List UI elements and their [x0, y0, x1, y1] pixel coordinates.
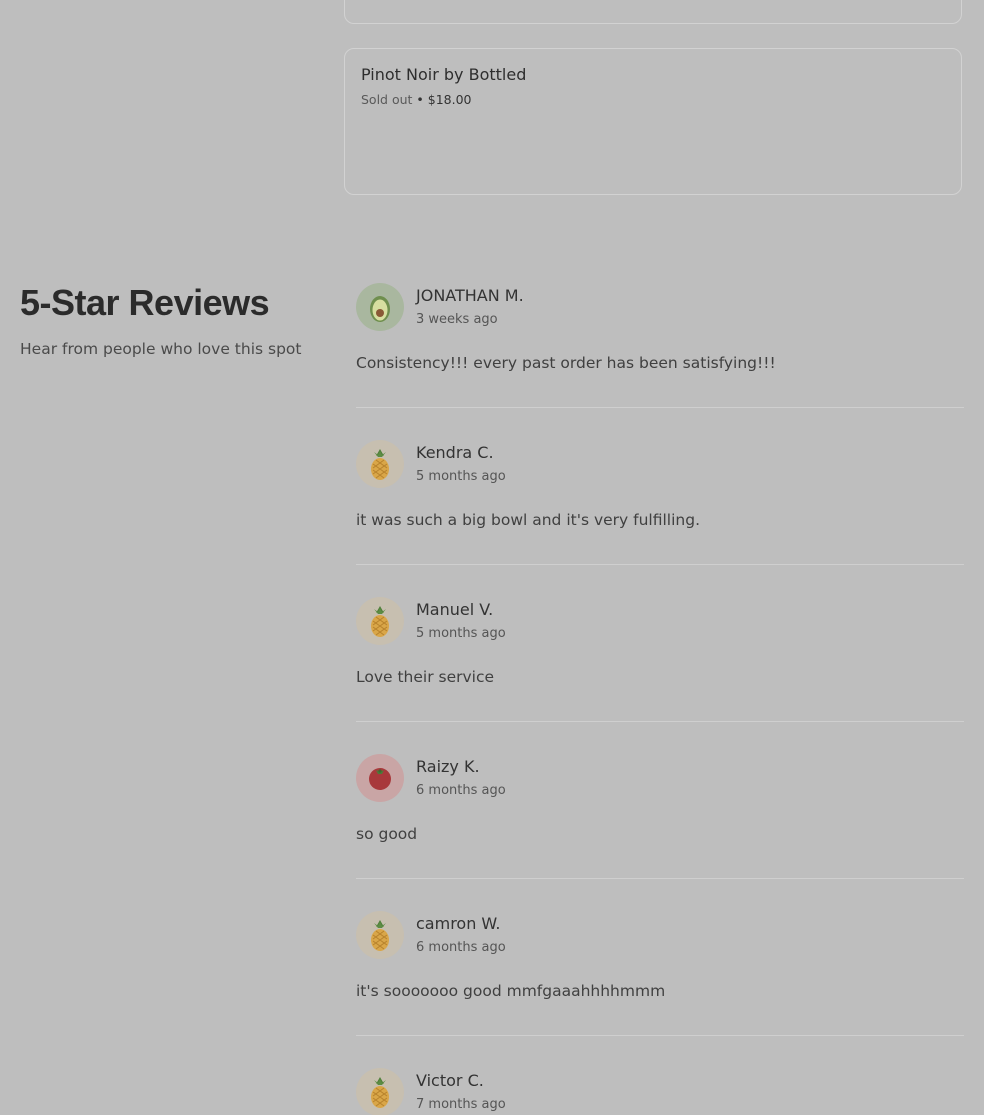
divider — [356, 1035, 964, 1036]
review-item: Raizy K. 6 months ago so good — [356, 754, 964, 911]
product-card-previous[interactable] — [344, 0, 962, 24]
review-text: so good — [356, 825, 418, 843]
review-text: Love their service — [356, 668, 495, 686]
reviewer-name: Raizy K. — [416, 757, 480, 776]
reviews-subtitle: Hear from people who love this spot — [20, 340, 302, 358]
reviewer-name: camron W. — [416, 914, 501, 933]
page: Pinot Noir by Bottled Sold out • $18.00 … — [0, 0, 984, 1115]
divider — [356, 407, 964, 408]
review-text: Consistency!!! every past order has been… — [356, 354, 776, 372]
product-separator: • — [412, 92, 428, 107]
product-name: Pinot Noir by Bottled — [361, 65, 527, 84]
pineapple-icon — [356, 911, 404, 959]
review-item: Kendra C. 5 months ago it was such a big… — [356, 440, 964, 597]
avocado-icon — [356, 283, 404, 331]
divider — [356, 721, 964, 722]
divider — [356, 878, 964, 879]
review-time: 6 months ago — [416, 940, 506, 955]
pineapple-icon — [356, 440, 404, 488]
product-meta: Sold out • $18.00 — [361, 92, 472, 107]
review-time: 3 weeks ago — [416, 312, 498, 327]
review-time: 7 months ago — [416, 1097, 506, 1112]
review-time: 5 months ago — [416, 469, 506, 484]
review-time: 5 months ago — [416, 626, 506, 641]
reviewer-name: Kendra C. — [416, 443, 494, 462]
reviewer-name: Victor C. — [416, 1071, 484, 1090]
reviews-title: 5-Star Reviews — [20, 282, 270, 323]
product-status: Sold out — [361, 92, 413, 107]
tomato-icon — [356, 754, 404, 802]
pineapple-icon — [356, 597, 404, 645]
review-item: Victor C. 7 months ago — [356, 1068, 964, 1115]
review-item: JONATHAN M. 3 weeks ago Consistency!!! e… — [356, 283, 964, 440]
review-text: it's sooooooo good mmfgaaahhhhmmm — [356, 982, 666, 1000]
review-item: Manuel V. 5 months ago Love their servic… — [356, 597, 964, 754]
pineapple-icon — [356, 1068, 404, 1115]
divider — [356, 564, 964, 565]
reviewer-name: Manuel V. — [416, 600, 494, 619]
review-item: camron W. 6 months ago it's sooooooo goo… — [356, 911, 964, 1068]
product-price: $18.00 — [427, 92, 472, 107]
review-time: 6 months ago — [416, 783, 506, 798]
review-text: it was such a big bowl and it's very ful… — [356, 511, 701, 529]
product-card[interactable]: Pinot Noir by Bottled Sold out • $18.00 — [344, 48, 962, 195]
reviewer-name: JONATHAN M. — [416, 286, 524, 305]
